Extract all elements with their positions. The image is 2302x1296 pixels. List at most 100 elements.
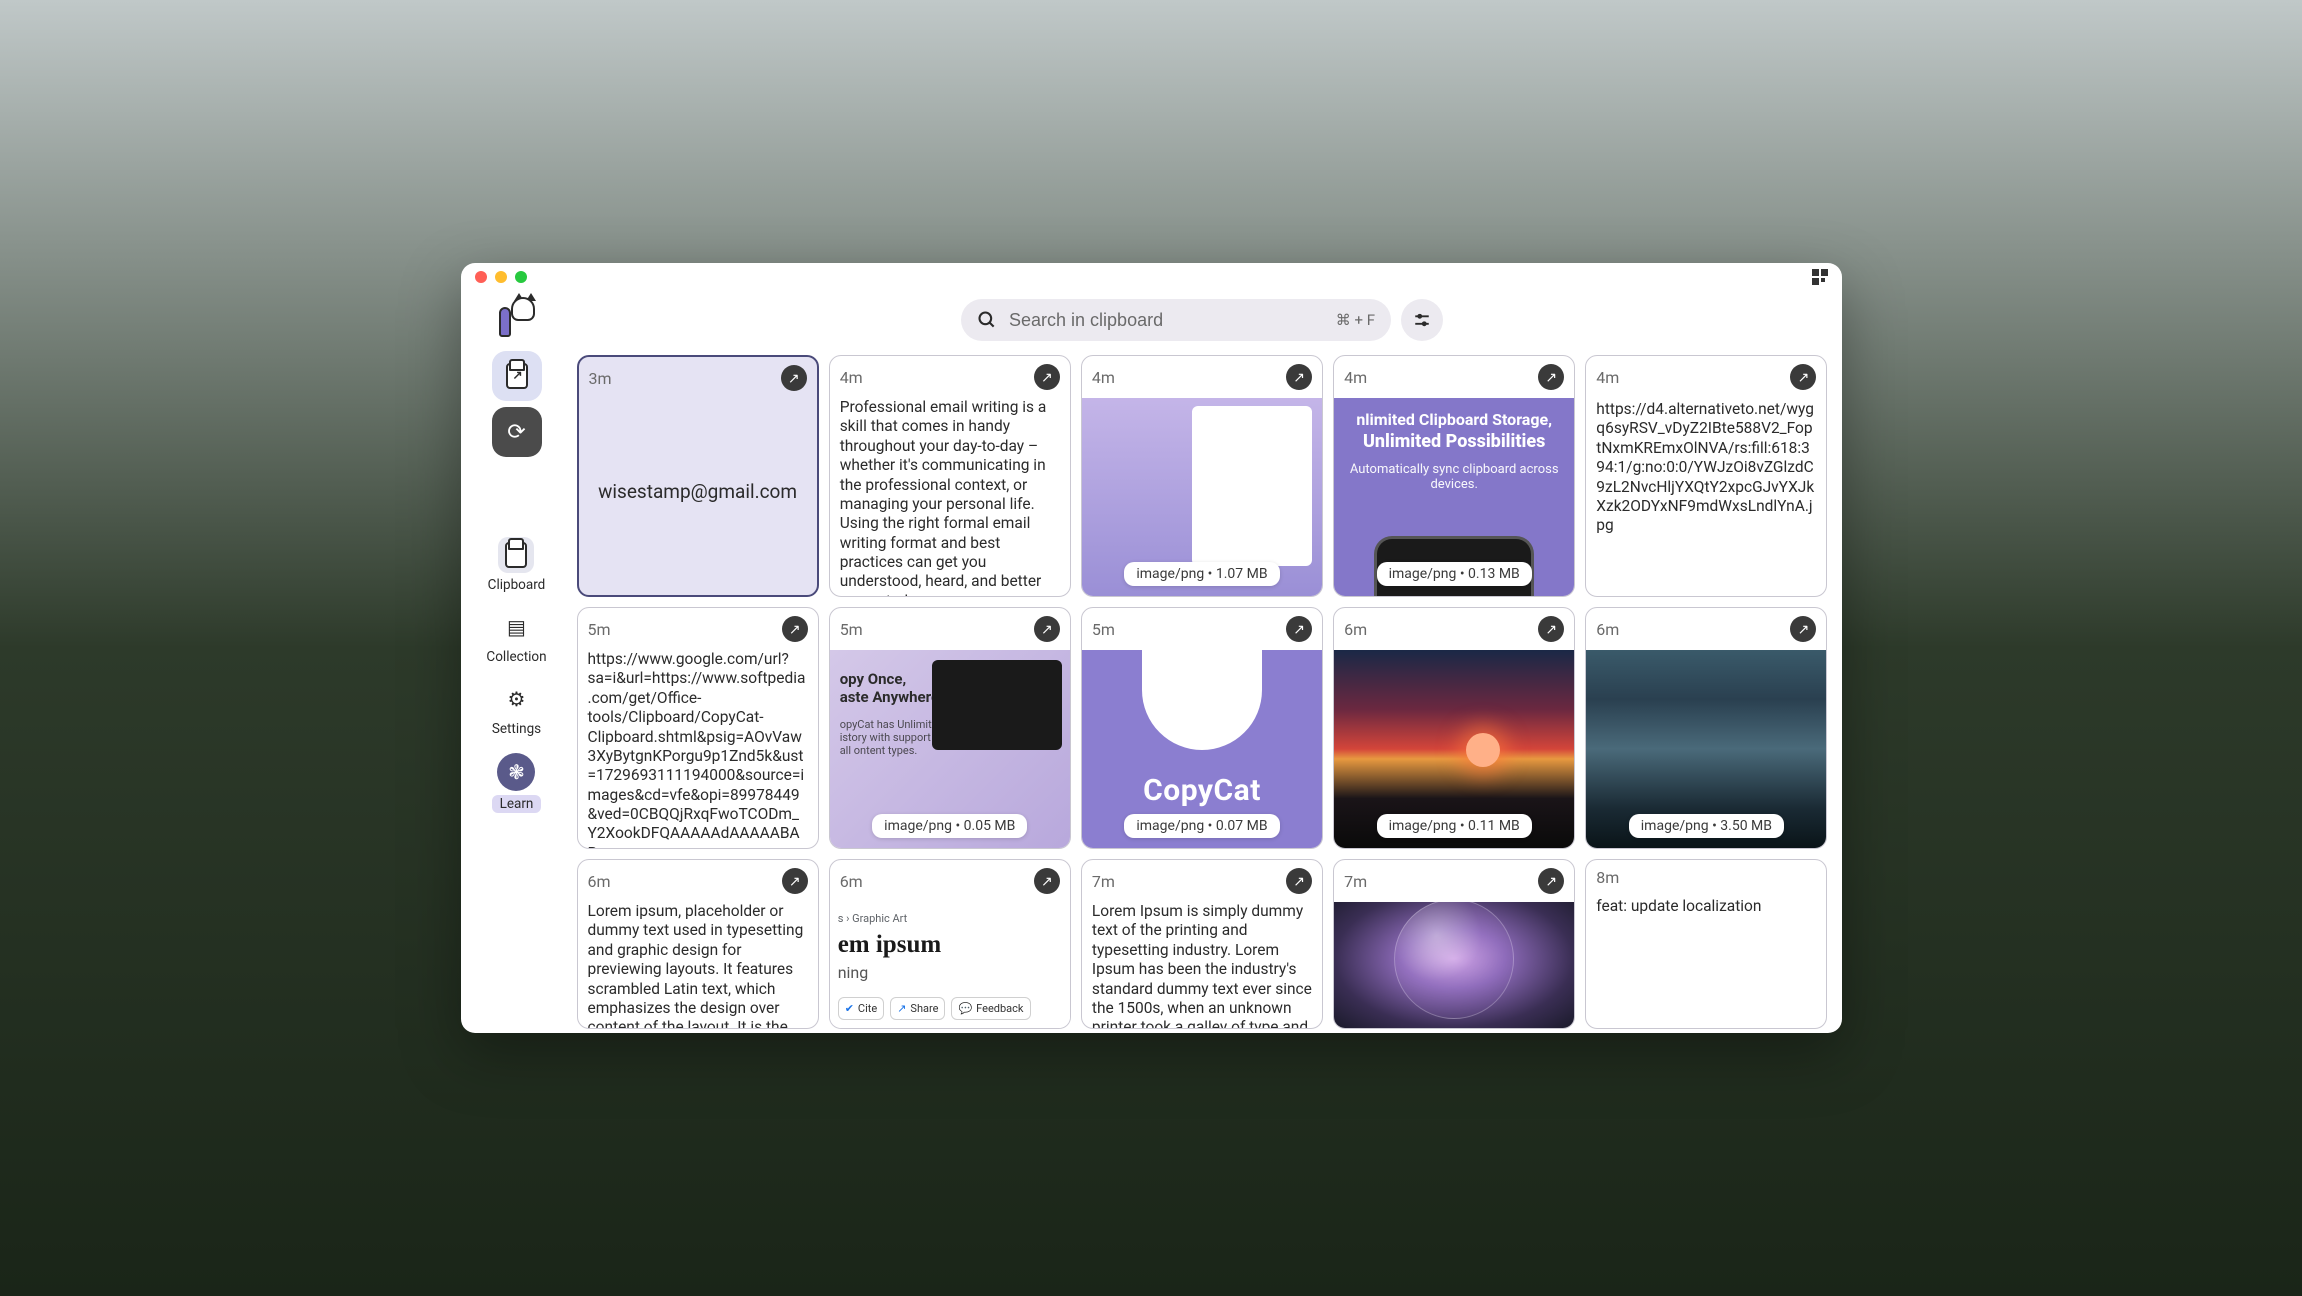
open-card-button[interactable]: ↗ <box>782 616 808 642</box>
card-timestamp: 4m <box>1344 368 1367 387</box>
arrow-up-right-icon: ↗ <box>1041 873 1053 890</box>
open-card-button[interactable]: ↗ <box>1034 868 1060 894</box>
arrow-up-right-icon: ↗ <box>1293 369 1305 386</box>
arrow-up-right-icon: ↗ <box>1545 369 1557 386</box>
sync-button[interactable]: ⟳ <box>492 407 542 457</box>
image-meta-badge: image/png • 0.13 MB <box>1377 562 1532 586</box>
nav-learn[interactable]: ❃ Learn <box>492 753 542 813</box>
arrow-up-right-icon: ↗ <box>1545 873 1557 890</box>
card-image-body: nlimited Clipboard Storage,Unlimited Pos… <box>1334 398 1574 596</box>
open-card-button[interactable]: ↗ <box>1538 868 1564 894</box>
maximize-window-button[interactable] <box>515 271 527 283</box>
card-image-body: CopyCatimage/png • 0.07 MB <box>1082 650 1322 848</box>
card-text-body: Lorem Ipsum is simply dummy text of the … <box>1082 902 1322 1028</box>
card-timestamp: 3m <box>589 369 612 388</box>
filter-button[interactable] <box>1401 299 1443 341</box>
card-timestamp: 5m <box>588 620 611 639</box>
open-card-button[interactable]: ↗ <box>1538 364 1564 390</box>
clipboard-card[interactable]: 4m↗https://d4.alternativeto.net/wygq6syR… <box>1585 355 1827 597</box>
open-card-button[interactable]: ↗ <box>1286 616 1312 642</box>
nav-label: Settings <box>492 721 541 737</box>
clipboard-card[interactable]: 5m ↗ CopyCatimage/png • 0.07 MB <box>1081 607 1323 849</box>
minimize-window-button[interactable] <box>495 271 507 283</box>
clipboard-card[interactable]: 7m ↗ Lorem Ipsum is simply dummy text of t… <box>1081 859 1323 1029</box>
titlebar <box>461 263 1842 291</box>
open-card-button[interactable]: ↗ <box>1034 364 1060 390</box>
arrow-up-right-icon: ↗ <box>1041 369 1053 386</box>
open-card-button[interactable]: ↗ <box>1034 616 1060 642</box>
nav-settings[interactable]: ⚙ Settings <box>492 681 541 737</box>
card-header: 7m ↗ <box>1082 860 1322 902</box>
card-image-body <box>1334 902 1574 1028</box>
clipboard-card[interactable]: 5m ↗ https://www.google.com/url?sa=i&url=h… <box>577 607 819 849</box>
card-header: 4m ↗ <box>1082 356 1322 398</box>
main-area: ⟳ Clipboard ▤ Collection ⚙ Settings ❃ Le… <box>461 291 1842 1033</box>
arrow-up-right-icon: ↗ <box>1041 621 1053 638</box>
arrow-up-right-icon: ↗ <box>1798 621 1810 638</box>
card-text-body: https://www.google.com/url?sa=i&url=http… <box>578 650 818 848</box>
arrow-up-right-icon: ↗ <box>789 873 801 890</box>
card-header: 5m ↗ <box>1082 608 1322 650</box>
card-timestamp: 6m <box>1344 620 1367 639</box>
open-card-button[interactable]: ↗ <box>782 868 808 894</box>
arrow-up-right-icon: ↗ <box>1293 873 1305 890</box>
learn-icon: ❃ <box>508 760 525 784</box>
open-card-button[interactable]: ↗ <box>781 365 807 391</box>
clipboard-card[interactable]: 4m↗Professional email writing is a skill… <box>829 355 1071 597</box>
card-timestamp: 6m <box>840 872 863 891</box>
card-timestamp: 5m <box>1092 620 1115 639</box>
search-box[interactable]: ⌘ + F <box>961 299 1391 341</box>
clipboard-card[interactable]: 4m↗image/png • 1.07 MB <box>1081 355 1323 597</box>
arrow-up-right-icon: ↗ <box>789 621 801 638</box>
clipboard-card[interactable]: 6m ↗ s › Graphic Artem ipsumning✔ Cite↗ Sh… <box>829 859 1071 1029</box>
image-meta-badge: image/png • 3.50 MB <box>1629 814 1784 838</box>
card-header: 3m ↗ <box>579 357 817 399</box>
card-text-body: Lorem ipsum, placeholder or dummy text u… <box>578 902 818 1028</box>
card-timestamp: 7m <box>1344 872 1367 891</box>
topbar: ⌘ + F <box>573 295 1832 353</box>
thumb-google-result: s › Graphic Artem ipsumning✔ Cite↗ Share… <box>830 902 1070 1028</box>
open-card-button[interactable]: ↗ <box>1286 364 1312 390</box>
card-header: 4m↗ <box>830 356 1070 398</box>
clipboard-card[interactable]: 4m ↗ nlimited Clipboard Storage,Unlimited … <box>1333 355 1575 597</box>
card-timestamp: 4m <box>1596 368 1619 387</box>
nav-label: Clipboard <box>488 577 546 593</box>
image-meta-badge: image/png • 0.07 MB <box>1124 814 1279 838</box>
arrow-up-right-icon: ↗ <box>1545 621 1557 638</box>
card-text-body: feat: update localization <box>1586 895 1826 1028</box>
nav-clipboard[interactable]: Clipboard <box>488 537 546 593</box>
card-image-body: image/png • 3.50 MB <box>1586 650 1826 848</box>
open-card-button[interactable]: ↗ <box>1538 616 1564 642</box>
card-timestamp: 5m <box>840 620 863 639</box>
arrow-up-right-icon: ↗ <box>1293 621 1305 638</box>
clipboard-card[interactable]: 3m↗wisestamp@gmail.com <box>577 355 819 597</box>
card-timestamp: 7m <box>1092 872 1115 891</box>
card-header: 5m ↗ <box>578 608 818 650</box>
open-card-button[interactable]: ↗ <box>1790 616 1816 642</box>
close-window-button[interactable] <box>475 271 487 283</box>
card-header: 4m ↗ <box>1334 356 1574 398</box>
clipboard-card[interactable]: 7m ↗ <box>1333 859 1575 1029</box>
card-timestamp: 4m <box>1092 368 1115 387</box>
app-logo <box>495 297 539 341</box>
sidebar: ⟳ Clipboard ▤ Collection ⚙ Settings ❃ Le… <box>461 291 573 1033</box>
nav-label: Collection <box>486 649 546 665</box>
card-text-body: Professional email writing is a skill th… <box>830 398 1070 596</box>
clipboard-card[interactable]: 6m↗Lorem ipsum, placeholder or dummy tex… <box>577 859 819 1029</box>
clipboard-card[interactable]: 6m ↗ image/png • 3.50 MB <box>1585 607 1827 849</box>
nav-collection[interactable]: ▤ Collection <box>486 609 546 665</box>
clipboard-out-icon <box>506 363 528 389</box>
card-timestamp: 6m <box>1596 620 1619 639</box>
open-card-button[interactable]: ↗ <box>1790 364 1816 390</box>
search-input[interactable] <box>1009 310 1324 331</box>
clipboard-card[interactable]: 5m↗opy Once,aste AnywhereopyCat has Unli… <box>829 607 1071 849</box>
paste-mode-button[interactable] <box>492 351 542 401</box>
nav-section: Clipboard ▤ Collection ⚙ Settings ❃ Lear… <box>486 537 546 813</box>
clipboard-card[interactable]: 8mfeat: update localization <box>1585 859 1827 1029</box>
clipboard-card[interactable]: 6m↗image/png • 0.11 MB <box>1333 607 1575 849</box>
layout-toggle-icon[interactable] <box>1812 269 1828 285</box>
clipboard-grid: 3m↗wisestamp@gmail.com4m↗Professional em… <box>573 353 1832 1033</box>
open-card-button[interactable]: ↗ <box>1286 868 1312 894</box>
card-header: 5m ↗ <box>830 608 1070 650</box>
nav-label: Learn <box>492 795 542 813</box>
